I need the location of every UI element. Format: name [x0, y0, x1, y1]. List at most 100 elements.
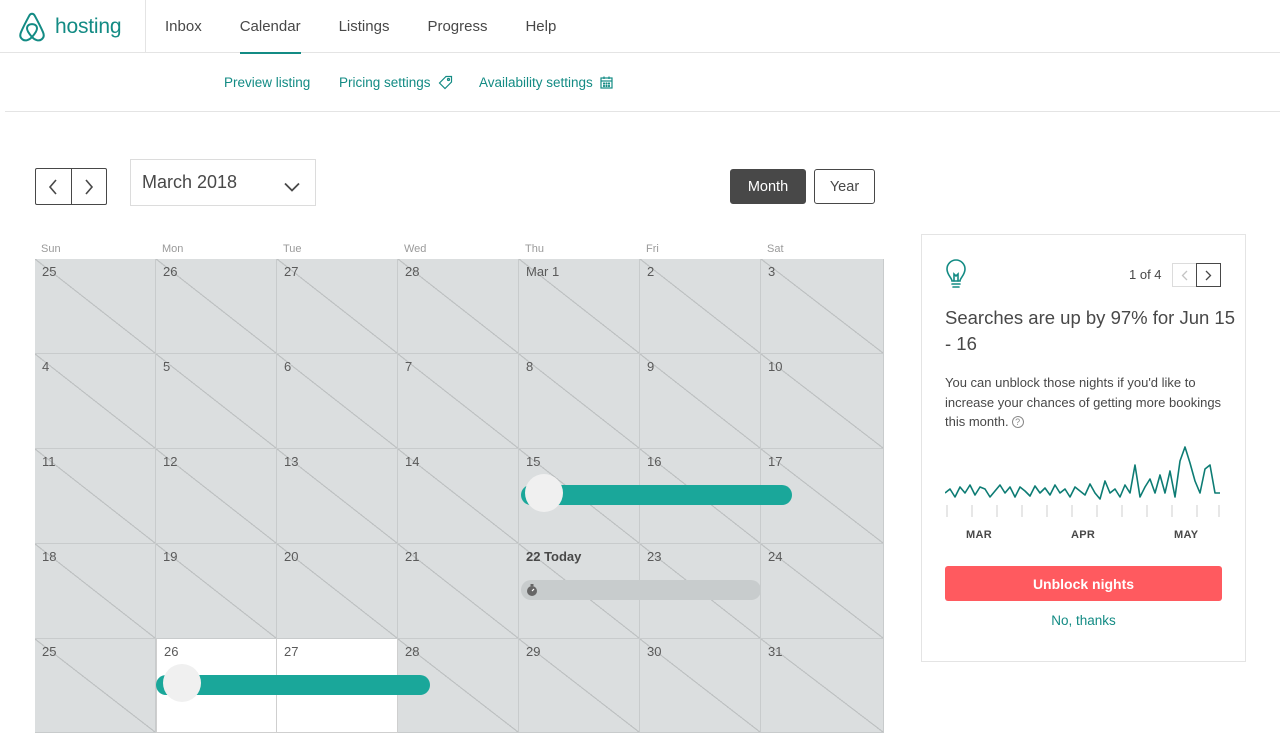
weekday-thu: Thu: [525, 243, 544, 255]
day-cell[interactable]: 4: [35, 354, 156, 449]
calendar-icon: [600, 76, 613, 89]
insight-card: 1 of 4 Searches are up by 97% for Jun 15…: [921, 234, 1246, 662]
brand[interactable]: hosting: [0, 0, 146, 53]
day-cell[interactable]: 29: [519, 639, 640, 733]
weekday-mon: Mon: [162, 243, 184, 255]
previous-insight-button[interactable]: [1173, 264, 1196, 286]
day-cell[interactable]: 2: [640, 259, 761, 354]
search-trend-sparkline: [945, 446, 1220, 517]
day-cell[interactable]: 8: [519, 354, 640, 449]
insight-body-text: You can unblock those nights if you'd li…: [945, 375, 1222, 429]
day-number: 6: [284, 359, 292, 374]
day-number: 11: [42, 454, 56, 469]
day-cell[interactable]: 14: [398, 449, 519, 544]
insight-body: You can unblock those nights if you'd li…: [945, 373, 1230, 432]
insight-counter: 1 of 4: [1129, 267, 1162, 282]
day-cell[interactable]: 18: [35, 544, 156, 639]
chevron-right-icon: [84, 178, 94, 195]
day-number: 18: [42, 549, 57, 564]
day-number: 26: [163, 264, 178, 279]
month-select[interactable]: March 2018: [130, 159, 316, 206]
day-cell[interactable]: 19: [156, 544, 277, 639]
no-thanks-link[interactable]: No, thanks: [945, 613, 1222, 628]
help-icon[interactable]: ?: [1011, 416, 1024, 428]
day-number: 9: [647, 359, 655, 374]
day-number: 8: [526, 359, 534, 374]
day-cell[interactable]: 30: [640, 639, 761, 733]
day-cell[interactable]: 21: [398, 544, 519, 639]
guest-avatar[interactable]: [163, 664, 201, 702]
day-number: 12: [163, 454, 178, 469]
availability-settings-label: Availability settings: [479, 75, 593, 90]
day-number: 25: [42, 264, 57, 279]
day-number: 28: [405, 644, 420, 659]
day-number: 27: [284, 264, 299, 279]
year-view-button[interactable]: Year: [814, 169, 875, 204]
day-number: 27: [284, 644, 299, 659]
pricing-settings-link[interactable]: Pricing settings: [339, 75, 453, 90]
chevron-right-icon: [1205, 270, 1212, 281]
day-number: 20: [284, 549, 299, 564]
tab-help[interactable]: Help: [506, 0, 575, 53]
brand-name: hosting: [55, 14, 122, 38]
month-label-may: MAY: [1174, 529, 1199, 541]
day-cell[interactable]: 7: [398, 354, 519, 449]
tab-inbox[interactable]: Inbox: [146, 0, 221, 53]
day-cell[interactable]: 11: [35, 449, 156, 544]
day-number: 5: [163, 359, 171, 374]
weekday-fri: Fri: [646, 243, 659, 255]
sub-navigation: Preview listing Pricing settings Availab…: [5, 53, 1280, 112]
pending-reservation-bar[interactable]: [521, 580, 761, 600]
day-cell[interactable]: 5: [156, 354, 277, 449]
price-tag-icon: [438, 75, 453, 90]
day-number: 23: [647, 549, 662, 564]
day-cell[interactable]: 25: [35, 639, 156, 733]
day-number: 24: [768, 549, 783, 564]
day-cell[interactable]: 26: [156, 259, 277, 354]
weekday-sat: Sat: [767, 243, 784, 255]
tab-listings[interactable]: Listings: [320, 0, 409, 53]
day-cell[interactable]: 27: [277, 259, 398, 354]
day-cell[interactable]: 6: [277, 354, 398, 449]
tab-calendar[interactable]: Calendar: [221, 0, 320, 54]
day-cell[interactable]: 3: [761, 259, 884, 354]
main-tabs: Inbox Calendar Listings Progress Help: [146, 0, 575, 54]
month-view-button[interactable]: Month: [730, 169, 806, 204]
tab-progress[interactable]: Progress: [408, 0, 506, 53]
day-number: 31: [768, 644, 783, 659]
month-select-value: March 2018: [142, 172, 238, 192]
day-cell[interactable]: 9: [640, 354, 761, 449]
day-cell[interactable]: 25: [35, 259, 156, 354]
day-cell[interactable]: 12: [156, 449, 277, 544]
chevron-left-icon: [1181, 270, 1188, 281]
previous-month-button[interactable]: [36, 169, 71, 204]
day-number: 15: [526, 454, 541, 469]
day-cell[interactable]: 20: [277, 544, 398, 639]
day-cell[interactable]: 13: [277, 449, 398, 544]
next-month-button[interactable]: [70, 169, 107, 204]
airbnb-logo-icon: [18, 12, 46, 42]
day-cell[interactable]: 24: [761, 544, 884, 639]
day-cell[interactable]: 28: [398, 259, 519, 354]
day-number: 17: [768, 454, 783, 469]
day-number: 21: [405, 549, 420, 564]
preview-listing-link[interactable]: Preview listing: [224, 75, 310, 90]
next-insight-button[interactable]: [1196, 263, 1221, 287]
lightbulb-icon: [944, 259, 968, 296]
month-label-mar: MAR: [966, 529, 992, 541]
day-number: 30: [647, 644, 662, 659]
day-number: 10: [768, 359, 783, 374]
day-cell[interactable]: 10: [761, 354, 884, 449]
month-navigation: [35, 168, 107, 205]
insight-headline: Searches are up by 97% for Jun 15 - 16: [945, 307, 1236, 354]
guest-avatar[interactable]: [525, 474, 563, 512]
day-cell[interactable]: 31: [761, 639, 884, 733]
day-number: 4: [42, 359, 50, 374]
unblock-nights-button[interactable]: Unblock nights: [945, 566, 1222, 601]
day-cell[interactable]: Mar 1: [519, 259, 640, 354]
day-number: 3: [768, 264, 776, 279]
weekday-wed: Wed: [404, 243, 427, 255]
month-label-apr: APR: [1071, 529, 1096, 541]
availability-settings-link[interactable]: Availability settings: [479, 75, 613, 90]
preview-listing-label: Preview listing: [224, 75, 311, 90]
